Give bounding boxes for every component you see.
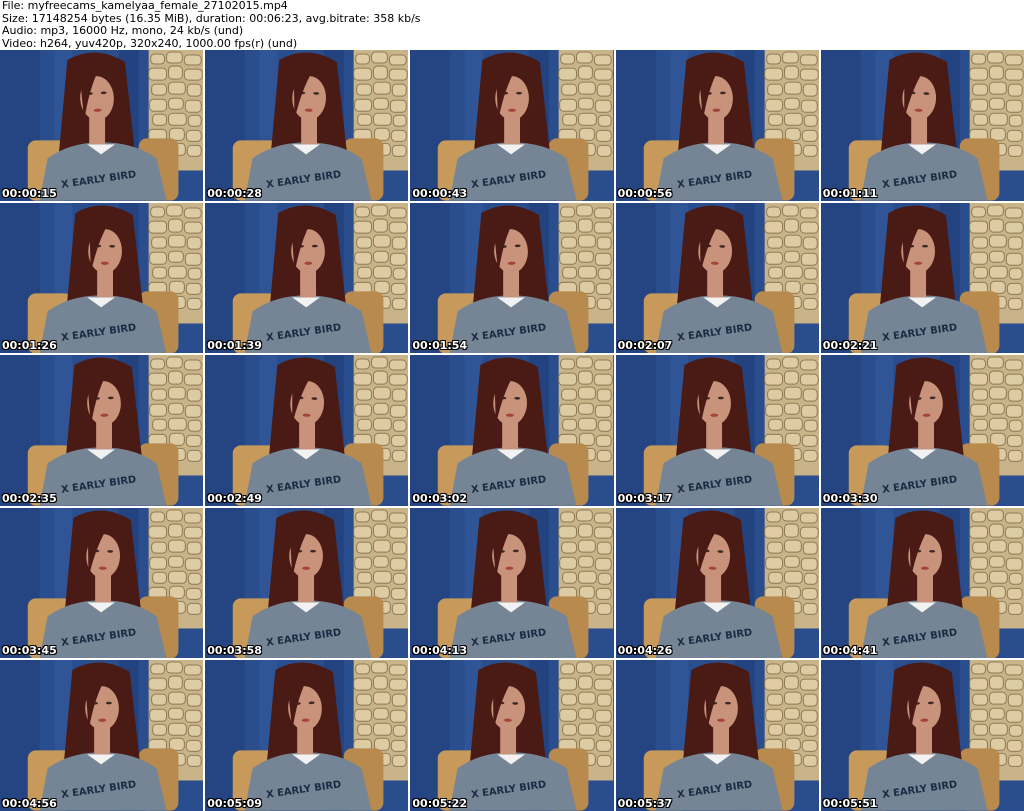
video-thumbnail: X EARLY BIRD 00:00:43: [410, 50, 614, 201]
video-thumbnail: X EARLY BIRD 00:03:17: [615, 355, 819, 506]
video-thumbnail: X EARLY BIRD 00:00:28: [205, 50, 409, 201]
webcam-frame-image: X EARLY BIRD: [410, 660, 614, 811]
video-thumbnail: X EARLY BIRD 00:05:51: [820, 660, 1024, 811]
thumbnail-timestamp: 00:03:58: [207, 644, 262, 658]
webcam-frame-image: X EARLY BIRD: [0, 50, 204, 201]
video-thumbnail: X EARLY BIRD 00:03:58: [205, 507, 409, 659]
webcam-frame-image: X EARLY BIRD: [820, 202, 1024, 354]
thumbnail-timestamp: 00:01:54: [412, 339, 468, 353]
file-name-line: File: myfreecams_kamelyaa_female_2710201…: [2, 0, 288, 12]
video-thumbnail: X EARLY BIRD 00:02:49: [205, 355, 409, 506]
video-thumbnail: X EARLY BIRD 00:05:22: [410, 660, 614, 811]
video-thumbnail: X EARLY BIRD 00:04:13: [410, 507, 614, 659]
video-thumbnail: X EARLY BIRD 00:02:35: [0, 355, 204, 506]
webcam-frame-image: X EARLY BIRD: [205, 507, 409, 659]
webcam-frame-image: X EARLY BIRD: [820, 355, 1024, 506]
webcam-frame-image: X EARLY BIRD: [0, 355, 204, 506]
webcam-frame-image: X EARLY BIRD: [615, 355, 819, 506]
video-thumbnail: X EARLY BIRD 00:05:37: [615, 660, 819, 811]
video-thumbnail: X EARLY BIRD 00:02:07: [615, 202, 819, 354]
webcam-frame-image: X EARLY BIRD: [410, 507, 614, 659]
video-thumbnail: X EARLY BIRD 00:03:45: [0, 507, 204, 659]
webcam-frame-image: X EARLY BIRD: [0, 507, 204, 659]
thumbnail-timestamp: 00:00:43: [412, 186, 468, 200]
video-thumbnail: X EARLY BIRD 00:05:09: [205, 660, 409, 811]
webcam-frame-image: X EARLY BIRD: [820, 507, 1024, 659]
webcam-frame-image: X EARLY BIRD: [205, 202, 409, 354]
webcam-frame-image: X EARLY BIRD: [820, 660, 1024, 811]
video-info-line: Video: h264, yuv420p, 320x240, 1000.00 f…: [2, 36, 298, 50]
thumbnail-timestamp: 00:05:37: [617, 796, 673, 810]
thumbnail-timestamp: 00:00:15: [2, 186, 57, 200]
thumbnail-timestamp: 00:03:30: [822, 491, 878, 505]
video-thumbnail: X EARLY BIRD 00:02:21: [820, 202, 1024, 354]
webcam-frame-image: X EARLY BIRD: [410, 202, 614, 354]
file-info-header: File: myfreecams_kamelyaa_female_2710201…: [0, 0, 1024, 50]
thumbnail-timestamp: 00:01:26: [2, 339, 57, 353]
video-thumbnail: X EARLY BIRD 00:00:56: [615, 50, 819, 201]
webcam-frame-image: X EARLY BIRD: [615, 660, 819, 811]
webcam-frame-image: X EARLY BIRD: [0, 660, 204, 811]
webcam-frame-image: X EARLY BIRD: [205, 50, 409, 201]
video-thumbnail: X EARLY BIRD 00:03:30: [820, 355, 1024, 506]
webcam-frame-image: X EARLY BIRD: [615, 507, 819, 659]
webcam-frame-image: X EARLY BIRD: [205, 355, 409, 506]
video-thumbnail: X EARLY BIRD 00:04:56: [0, 660, 204, 811]
thumbnail-timestamp: 00:00:28: [207, 186, 262, 200]
thumbnail-timestamp: 00:05:22: [412, 796, 468, 810]
thumbnail-timestamp: 00:04:26: [617, 644, 673, 658]
audio-info-line: Audio: mp3, 16000 Hz, mono, 24 kb/s (und…: [2, 24, 244, 37]
thumbnail-timestamp: 00:01:39: [207, 339, 262, 353]
thumbnail-timestamp: 00:03:17: [617, 491, 673, 505]
thumbnail-timestamp: 00:05:09: [207, 796, 262, 810]
video-thumbnail: X EARLY BIRD 00:00:15: [0, 50, 204, 201]
thumbnail-timestamp: 00:05:51: [822, 796, 878, 810]
video-thumbnail: X EARLY BIRD 00:01:26: [0, 202, 204, 354]
webcam-frame-image: X EARLY BIRD: [615, 202, 819, 354]
webcam-frame-image: X EARLY BIRD: [615, 50, 819, 201]
thumbnail-timestamp: 00:01:11: [822, 186, 878, 200]
thumbnail-timestamp: 00:04:13: [412, 644, 468, 658]
thumbnail-timestamp: 00:02:07: [617, 339, 673, 353]
video-thumbnail: X EARLY BIRD 00:03:02: [410, 355, 614, 506]
webcam-frame-image: X EARLY BIRD: [0, 202, 204, 354]
thumbnail-grid: X EARLY BIRD 00:00:15 X EARLY BIRD 00:00:28…: [0, 50, 1024, 811]
thumbnail-timestamp: 00:00:56: [617, 186, 673, 200]
video-thumbnail: X EARLY BIRD 00:04:41: [820, 507, 1024, 659]
thumbnail-timestamp: 00:02:49: [207, 491, 262, 505]
video-thumbnail: X EARLY BIRD 00:04:26: [615, 507, 819, 659]
thumbnail-timestamp: 00:02:35: [2, 491, 57, 505]
thumbnail-timestamp: 00:03:45: [2, 644, 57, 658]
webcam-frame-image: X EARLY BIRD: [410, 50, 614, 201]
webcam-frame-image: X EARLY BIRD: [820, 50, 1024, 201]
thumbnail-timestamp: 00:02:21: [822, 339, 878, 353]
video-thumbnail: X EARLY BIRD 00:01:39: [205, 202, 409, 354]
webcam-frame-image: X EARLY BIRD: [205, 660, 409, 811]
video-thumbnail: X EARLY BIRD 00:01:11: [820, 50, 1024, 201]
thumbnail-timestamp: 00:04:41: [822, 644, 878, 658]
webcam-frame-image: X EARLY BIRD: [410, 355, 614, 506]
thumbnail-timestamp: 00:04:56: [2, 796, 57, 810]
thumbnail-timestamp: 00:03:02: [412, 491, 468, 505]
video-thumbnail: X EARLY BIRD 00:01:54: [410, 202, 614, 354]
